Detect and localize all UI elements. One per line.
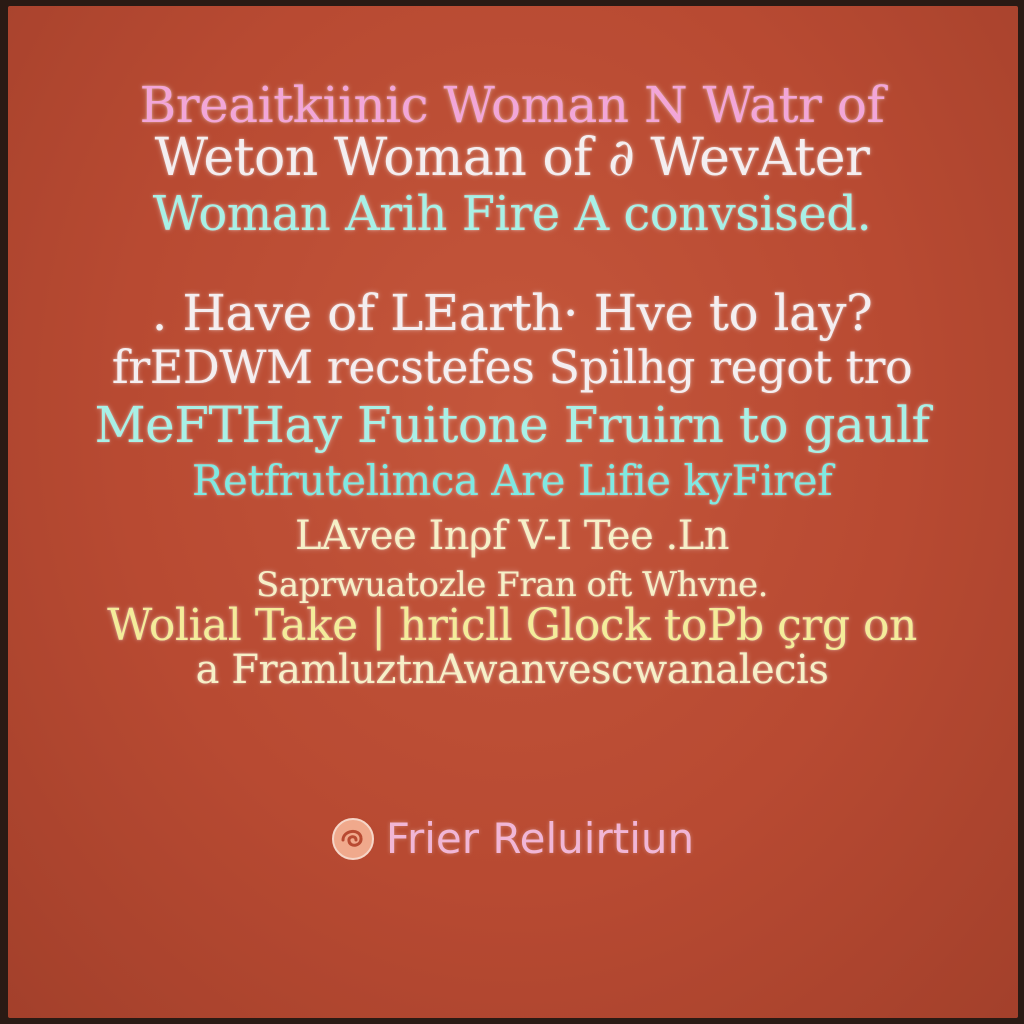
swirl-emblem-icon [330,816,376,862]
poster-line-5: frEDWM recstefes Spilhg regot tro [0,344,1024,390]
poster-line-1: Breaitkiinic Woman N Watr of [0,80,1024,130]
poster-line-4: . Have of LEarth· Hve to lay? [0,288,1024,338]
poster-line-6-text: MeFTHay Fuitone Fruirn to gaulf [94,396,930,454]
poster-line-3-text: Woman Arih Fire A convsised. [152,186,872,242]
poster-line-9-text: Saprwuatozle Fran oft Whvne. [256,565,768,605]
poster-line-2-text: Weton Woman of ∂ WevAter [154,128,870,188]
poster-line-10-text: Wolial Take | hricll Glock toPb çrg on [107,600,917,651]
poster-line-8-text: LAvee Inρf V-I Tee .Ln [295,513,730,559]
poster-line-10: Wolial Take | hricll Glock toPb çrg on [0,604,1024,648]
poster-footer: Frier Reluirtiun [0,814,1024,863]
poster-line-9: Saprwuatozle Fran oft Whvne. [0,568,1024,602]
poster-line-7: Retfrutelimca Are Lifie kyFiref [0,460,1024,502]
poster-line-11-text: a FramluztnAwanvescwanalecis [195,647,829,693]
poster-line-2: Weton Woman of ∂ WevAter [0,132,1024,184]
poster-line-11: a FramluztnAwanvescwanalecis [0,650,1024,690]
poster-line-6: MeFTHay Fuitone Fruirn to gaulf [0,400,1024,450]
poster-line-1-text: Breaitkiinic Woman N Watr of [139,76,885,134]
poster-line-3: Woman Arih Fire A convsised. [0,190,1024,238]
poster-line-8: LAvee Inρf V-I Tee .Ln [0,516,1024,556]
poster-line-7-text: Retfrutelimca Are Lifie kyFiref [191,456,833,505]
poster-line-5-text: frEDWM recstefes Spilhg regot tro [111,340,913,394]
poster-line-4-text: . Have of LEarth· Hve to lay? [151,284,873,342]
footer-title: Frier Reluirtiun [385,814,695,863]
poster-frame: Breaitkiinic Woman N Watr of Weton Woman… [0,0,1024,1024]
